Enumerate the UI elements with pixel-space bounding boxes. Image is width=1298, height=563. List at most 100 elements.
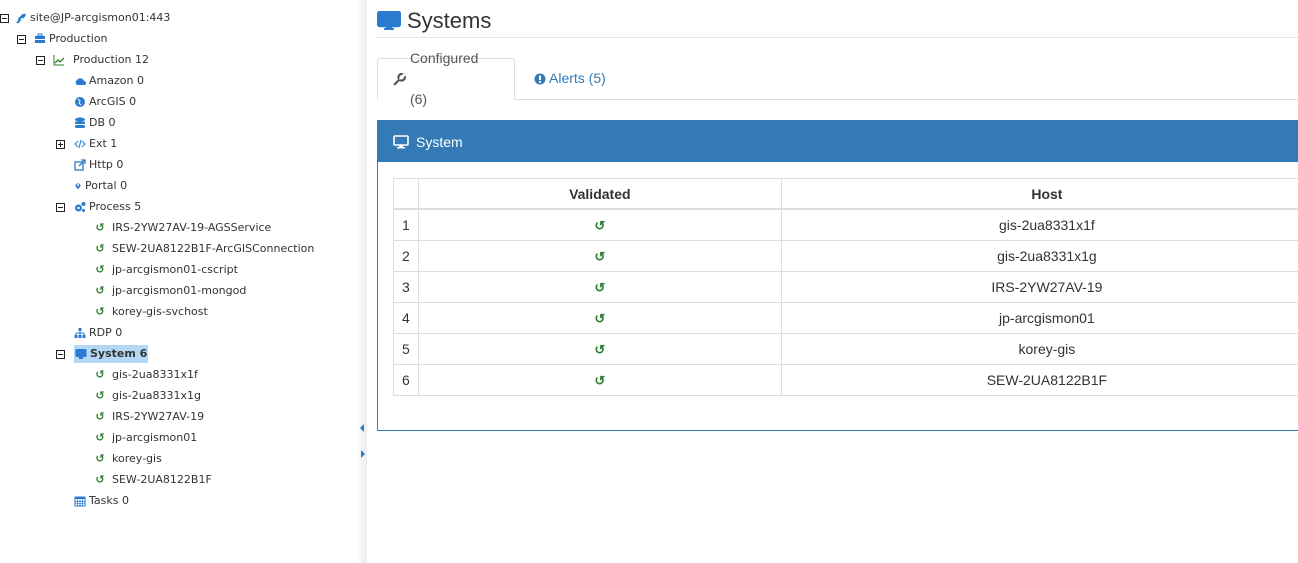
host-cell[interactable]: jp-arcgismon01 — [780, 302, 1298, 334]
column-header-validated[interactable]: Validated — [417, 178, 782, 210]
history-icon: ↺ — [594, 372, 606, 388]
line-chart-icon — [53, 55, 65, 66]
tree-process-child[interactable]: ↺ korey-gis-svchost — [94, 303, 207, 321]
tree-panel: site@JP-arcgismon01:443 Production Produ… — [0, 0, 358, 563]
cogs-icon — [75, 202, 86, 212]
history-icon: ↺ — [95, 473, 105, 486]
tree-system-child[interactable]: ↺ gis-2ua8331x1f — [94, 366, 197, 384]
main-content: Systems Configured (6) Alerts (5) System… — [367, 0, 1298, 563]
column-header-host[interactable]: Host — [780, 178, 1298, 210]
collapse-toggle[interactable] — [36, 55, 45, 65]
host-cell[interactable]: SEW-2UA8122B1F — [780, 364, 1298, 396]
collapse-toggle[interactable] — [0, 13, 9, 23]
table-row[interactable]: 6 ↺ SEW-2UA8122B1F — [393, 364, 1298, 396]
tree-item-tasks[interactable]: Tasks 0 — [74, 492, 129, 510]
collapse-toggle[interactable] — [56, 202, 65, 212]
history-icon: ↺ — [95, 452, 105, 465]
tree-system-child[interactable]: ↺ IRS-2YW27AV-19 — [94, 408, 204, 426]
row-index: 3 — [393, 271, 419, 303]
expand-toggle[interactable] — [56, 139, 65, 149]
page-title: Systems — [377, 8, 491, 34]
history-icon: ↺ — [95, 431, 105, 444]
plug-icon — [16, 13, 26, 24]
collapse-left-arrow-icon[interactable] — [360, 424, 364, 432]
collapse-toggle[interactable] — [17, 34, 26, 44]
code-icon — [74, 139, 86, 149]
wrench-icon — [393, 72, 406, 86]
database-icon — [75, 117, 85, 128]
history-icon: ↺ — [95, 368, 105, 381]
validated-cell: ↺ — [417, 208, 782, 241]
history-icon: ↺ — [594, 341, 606, 357]
collapse-toggle[interactable] — [56, 349, 65, 359]
table-row[interactable]: 3 ↺ IRS-2YW27AV-19 — [393, 271, 1298, 303]
tree-system-child[interactable]: ↺ korey-gis — [94, 450, 161, 468]
tree-item-rdp[interactable]: RDP 0 — [74, 324, 122, 342]
expand-right-arrow-icon[interactable] — [361, 450, 365, 458]
tree-root[interactable]: site@JP-arcgismon01:443 — [0, 9, 170, 27]
validated-cell: ↺ — [417, 240, 782, 272]
history-icon: ↺ — [594, 310, 606, 326]
tree-item-amazon[interactable]: Amazon 0 — [74, 72, 144, 90]
row-index: 5 — [393, 333, 419, 365]
history-icon: ↺ — [594, 279, 606, 295]
selected-node[interactable]: System 6 — [74, 345, 149, 363]
calendar-icon — [74, 496, 86, 507]
host-cell[interactable]: gis-2ua8331x1g — [780, 240, 1298, 272]
host-cell[interactable]: IRS-2YW27AV-19 — [780, 271, 1298, 303]
system-panel: System Validated Host 1 ↺ gis-2ua8331x1f 2 ↺… — [377, 120, 1298, 431]
divider — [377, 37, 1298, 38]
tab-alerts[interactable]: Alerts (5) — [519, 58, 621, 99]
panel-header: System — [378, 121, 1298, 162]
validated-cell: ↺ — [417, 271, 782, 303]
tree-item-system[interactable]: System 6 — [56, 345, 149, 363]
external-link-icon — [74, 159, 86, 171]
host-cell[interactable]: gis-2ua8331x1f — [780, 208, 1298, 241]
table-row[interactable]: 4 ↺ jp-arcgismon01 — [393, 302, 1298, 334]
validated-cell: ↺ — [417, 333, 782, 365]
tree-system-child[interactable]: ↺ SEW-2UA8122B1F — [94, 471, 211, 489]
table-header-row: Validated Host — [393, 178, 1298, 210]
history-icon: ↺ — [95, 305, 105, 318]
cloud-icon — [75, 78, 86, 85]
table-row[interactable]: 2 ↺ gis-2ua8331x1g — [393, 240, 1298, 272]
row-index: 4 — [393, 302, 419, 334]
tree-production-group[interactable]: Production — [17, 30, 108, 48]
tree-system-child[interactable]: ↺ jp-arcgismon01 — [94, 429, 197, 447]
globe-icon — [75, 97, 85, 107]
tree-process-child[interactable]: ↺ jp-arcgismon01-cscript — [94, 261, 238, 279]
row-index: 1 — [393, 208, 419, 241]
validated-cell: ↺ — [417, 302, 782, 334]
sitemap-icon — [74, 328, 86, 338]
tree-system-child[interactable]: ↺ gis-2ua8331x1g — [94, 387, 201, 405]
exclamation-circle-icon — [534, 73, 546, 84]
tree-item-ext[interactable]: Ext 1 — [56, 135, 117, 153]
host-cell[interactable]: korey-gis — [780, 333, 1298, 365]
history-icon: ↺ — [95, 221, 105, 234]
tab-configured[interactable]: Configured (6) — [377, 50, 515, 107]
tree-item-http[interactable]: Http 0 — [74, 156, 123, 174]
column-header-index — [393, 178, 419, 210]
tree-item-portal[interactable]: Portal 0 — [74, 177, 127, 195]
tree-process-child[interactable]: ↺ SEW-2UA8122B1F-ArcGISConnection — [94, 240, 314, 258]
pane-splitter[interactable] — [358, 0, 367, 563]
history-icon: ↺ — [594, 248, 606, 264]
tree-item-db[interactable]: DB 0 — [74, 114, 116, 132]
history-icon: ↺ — [95, 242, 105, 255]
systems-table: Validated Host 1 ↺ gis-2ua8331x1f 2 ↺ gis-2ua… — [393, 178, 1298, 396]
history-icon: ↺ — [594, 217, 606, 233]
desktop-icon — [393, 134, 409, 148]
tree-process-child[interactable]: ↺ IRS-2YW27AV-19-AGSService — [94, 219, 271, 237]
tree-process-child[interactable]: ↺ jp-arcgismon01-mongod — [94, 282, 246, 300]
history-icon: ↺ — [95, 389, 105, 402]
history-icon: ↺ — [95, 263, 105, 276]
table-row[interactable]: 5 ↺ korey-gis — [393, 333, 1298, 365]
validated-cell: ↺ — [417, 364, 782, 396]
tree-item-arcgis[interactable]: ArcGIS 0 — [74, 93, 136, 111]
table-row[interactable]: 1 ↺ gis-2ua8331x1f — [393, 208, 1298, 241]
row-index: 6 — [393, 364, 419, 396]
tree-production[interactable]: Production 12 — [36, 51, 149, 69]
tree-item-process[interactable]: Process 5 — [56, 198, 141, 216]
tab-bar: Configured (6) Alerts (5) — [377, 50, 1298, 107]
history-icon: ↺ — [95, 410, 105, 423]
